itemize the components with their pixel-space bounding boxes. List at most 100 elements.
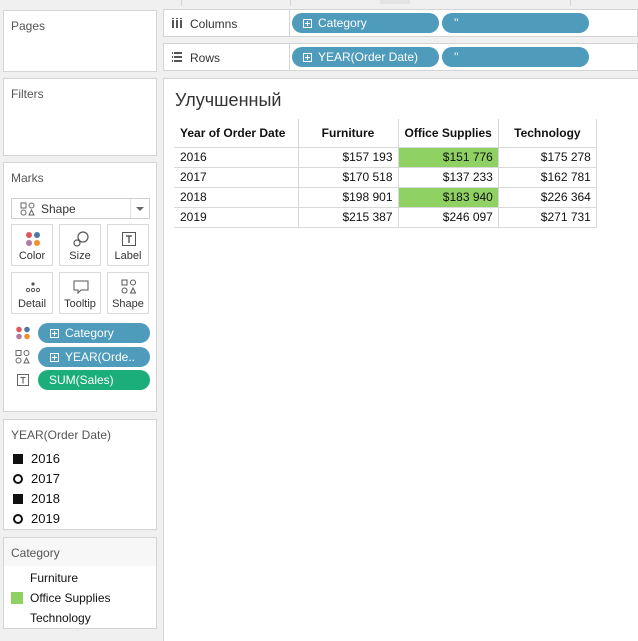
strip-divider (570, 0, 571, 6)
label-label: Label (114, 250, 142, 262)
color-swatch (11, 592, 23, 604)
filled-square-icon (13, 494, 23, 504)
sales-pill-label: SUM(Sales) (49, 373, 114, 387)
rows-label: Rows (190, 51, 221, 65)
rows-shelf[interactable]: Rows YEAR(Order Date) '' (163, 43, 638, 71)
sales-cell[interactable]: $271 731 (498, 207, 597, 228)
sales-cell[interactable]: $246 097 (398, 207, 499, 228)
shelf-divider (289, 44, 290, 70)
color-label: Color (18, 250, 46, 262)
size-button[interactable]: Size (59, 224, 101, 266)
sales-cell[interactable]: $198 901 (298, 187, 399, 208)
mark-type-label: Shape (41, 202, 76, 216)
sales-cell[interactable]: $183 940 (398, 187, 499, 208)
sales-pill[interactable]: SUM(Sales) (38, 370, 150, 390)
detail-dots-icon (25, 282, 41, 293)
left-column: Pages Filters Marks Shape Color Size Lab… (0, 0, 162, 641)
table-row: 2018 $198 901 $183 940 $226 364 (174, 187, 597, 208)
shape-icon (121, 279, 137, 294)
expand-icon[interactable] (50, 329, 59, 338)
year-cell[interactable]: 2016 (174, 147, 299, 168)
marks-field-sales: SUM(Sales) (11, 370, 153, 390)
sales-cell[interactable]: $226 364 (498, 187, 597, 208)
label-button[interactable]: Label (107, 224, 149, 266)
table-row: 2019 $215 387 $246 097 $271 731 (174, 207, 597, 228)
columns-label: Columns (190, 17, 238, 31)
table-row: 2016 $157 193 $151 776 $175 278 (174, 147, 597, 168)
sales-cell[interactable]: $157 193 (298, 147, 399, 168)
sales-cell[interactable]: $137 233 (398, 167, 499, 188)
category-pill[interactable]: Category (38, 323, 150, 343)
year-pill-label: YEAR(Orde.. (65, 350, 136, 364)
chevron-down-icon[interactable] (136, 207, 144, 211)
sales-cell[interactable]: $170 518 (298, 167, 399, 188)
year-cell[interactable]: 2017 (174, 167, 299, 188)
marks-title: Marks (11, 171, 44, 185)
color-dots-icon (26, 232, 40, 246)
columns-shelf[interactable]: Columns Category '' (163, 9, 638, 37)
category-pill-label: Category (65, 326, 114, 340)
rows-year-label: YEAR(Order Date) (318, 50, 419, 64)
detail-label: Detail (17, 298, 47, 310)
columns-icon (172, 18, 182, 28)
year-cell[interactable]: 2019 (174, 207, 299, 228)
columns-category-pill[interactable]: Category (292, 13, 439, 33)
marks-field-year: YEAR(Orde.. (11, 347, 153, 367)
viz-title[interactable]: Улучшенный (175, 90, 281, 111)
rows-empty-string-pill[interactable]: '' (442, 47, 589, 67)
category-legend-card: Category Furniture Office Supplies Techn… (3, 537, 157, 629)
shape-icon (15, 350, 30, 364)
dropdown-separator (130, 199, 131, 218)
expand-icon[interactable] (303, 53, 312, 62)
open-circle-icon (13, 514, 23, 524)
column-header[interactable]: Office Supplies (398, 119, 499, 148)
marks-field-category: Category (11, 323, 153, 343)
column-header[interactable]: Technology (498, 119, 597, 148)
sales-cell[interactable]: $175 278 (498, 147, 597, 168)
size-icon (73, 231, 89, 247)
year-pill[interactable]: YEAR(Orde.. (38, 347, 150, 367)
category-legend-title[interactable]: Category (11, 546, 60, 560)
strip-highlight (380, 0, 410, 4)
sales-cell[interactable]: $215 387 (298, 207, 399, 228)
detail-button[interactable]: Detail (11, 272, 53, 314)
color-swatch (11, 612, 23, 624)
tooltip-icon (73, 280, 89, 295)
row-header[interactable]: Year of Order Date (174, 119, 299, 148)
tooltip-button[interactable]: Tooltip (59, 272, 101, 314)
table-row: 2017 $170 518 $137 233 $162 781 (174, 167, 597, 188)
year-legend-title[interactable]: YEAR(Order Date) (11, 428, 111, 442)
pages-card[interactable]: Pages (3, 10, 157, 72)
pages-title: Pages (11, 19, 46, 33)
text-icon (17, 374, 29, 386)
sales-cell[interactable]: $162 781 (498, 167, 597, 188)
rows-empty-string-label: '' (454, 50, 459, 64)
shape-button[interactable]: Shape (107, 272, 149, 314)
shape-label: Shape (112, 298, 144, 310)
strip-divider (181, 0, 182, 6)
color-dots-icon (16, 326, 30, 340)
filters-card[interactable]: Filters (3, 78, 157, 156)
expand-icon[interactable] (303, 19, 312, 28)
color-button[interactable]: Color (11, 224, 53, 266)
sales-cell[interactable]: $151 776 (398, 147, 499, 168)
filled-square-icon (13, 454, 23, 464)
expand-icon[interactable] (50, 353, 59, 362)
columns-empty-string-label: '' (454, 16, 459, 30)
mark-type-dropdown[interactable]: Shape (11, 198, 150, 219)
tooltip-label: Tooltip (64, 298, 96, 310)
strip-divider (290, 0, 291, 6)
year-legend-card: YEAR(Order Date) 2016 2017 2018 2019 (3, 419, 157, 530)
marks-card: Marks Shape Color Size Label Detail Tool… (3, 162, 157, 412)
color-swatch (11, 572, 23, 584)
column-header[interactable]: Furniture (298, 119, 399, 148)
rows-year-pill[interactable]: YEAR(Order Date) (292, 47, 439, 67)
size-label: Size (69, 250, 91, 262)
text-icon (122, 232, 136, 246)
shelf-divider (289, 10, 290, 36)
open-circle-icon (13, 474, 23, 484)
year-cell[interactable]: 2018 (174, 187, 299, 208)
columns-empty-string-pill[interactable]: '' (442, 13, 589, 33)
viz-area: Улучшенный Year of Order Date Furniture … (163, 78, 638, 641)
rows-icon (172, 52, 182, 62)
